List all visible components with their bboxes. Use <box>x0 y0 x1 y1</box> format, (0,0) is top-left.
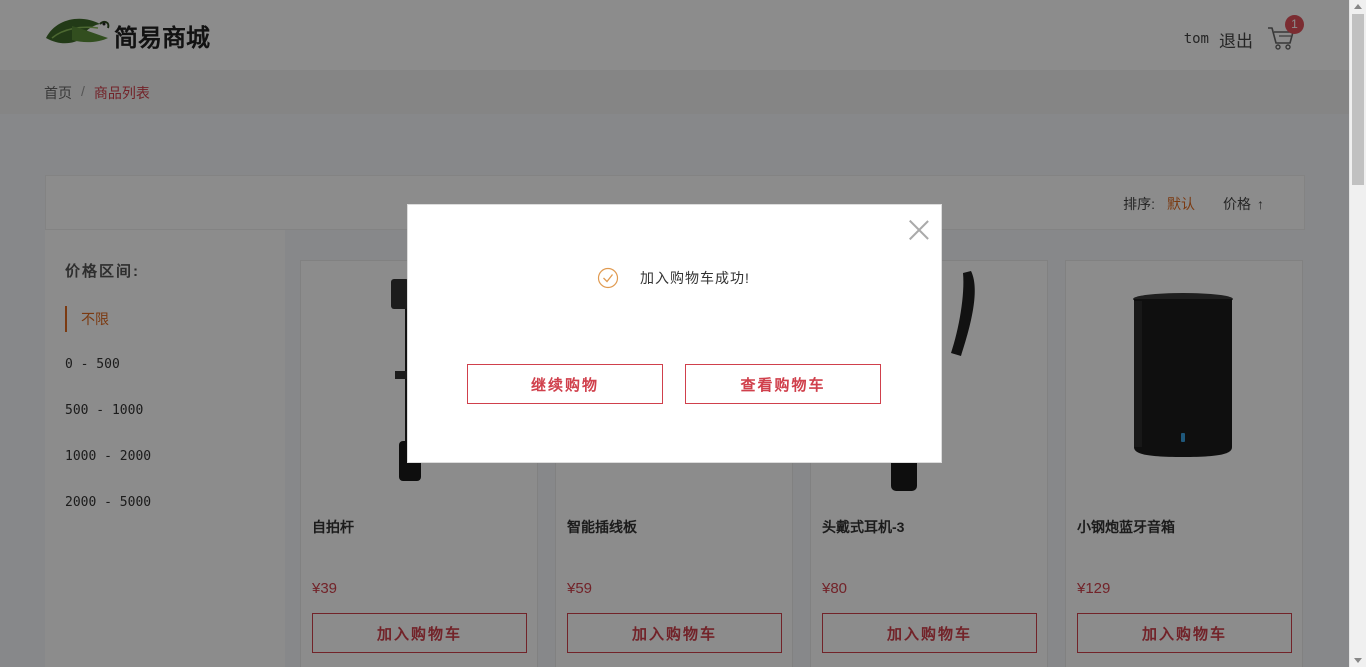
add-to-cart-dialog: 加入购物车成功! 继续购物 查看购物车 <box>407 204 942 463</box>
close-icon[interactable] <box>908 219 930 241</box>
check-circle-icon <box>597 267 619 289</box>
scroll-down-arrow-icon[interactable] <box>1354 658 1362 663</box>
page: 简易商城 tom 退出 1 首页 / 商品列表 排序: 默认 价格 ↑ 价格区间… <box>0 0 1349 667</box>
vertical-scrollbar[interactable] <box>1349 0 1366 667</box>
view-cart-button[interactable]: 查看购物车 <box>685 364 881 404</box>
continue-shopping-button[interactable]: 继续购物 <box>467 364 663 404</box>
dialog-message: 加入购物车成功! <box>597 267 750 289</box>
scrollbar-thumb[interactable] <box>1352 14 1364 185</box>
dialog-message-text: 加入购物车成功! <box>640 270 750 286</box>
scroll-up-arrow-icon[interactable] <box>1354 4 1362 9</box>
